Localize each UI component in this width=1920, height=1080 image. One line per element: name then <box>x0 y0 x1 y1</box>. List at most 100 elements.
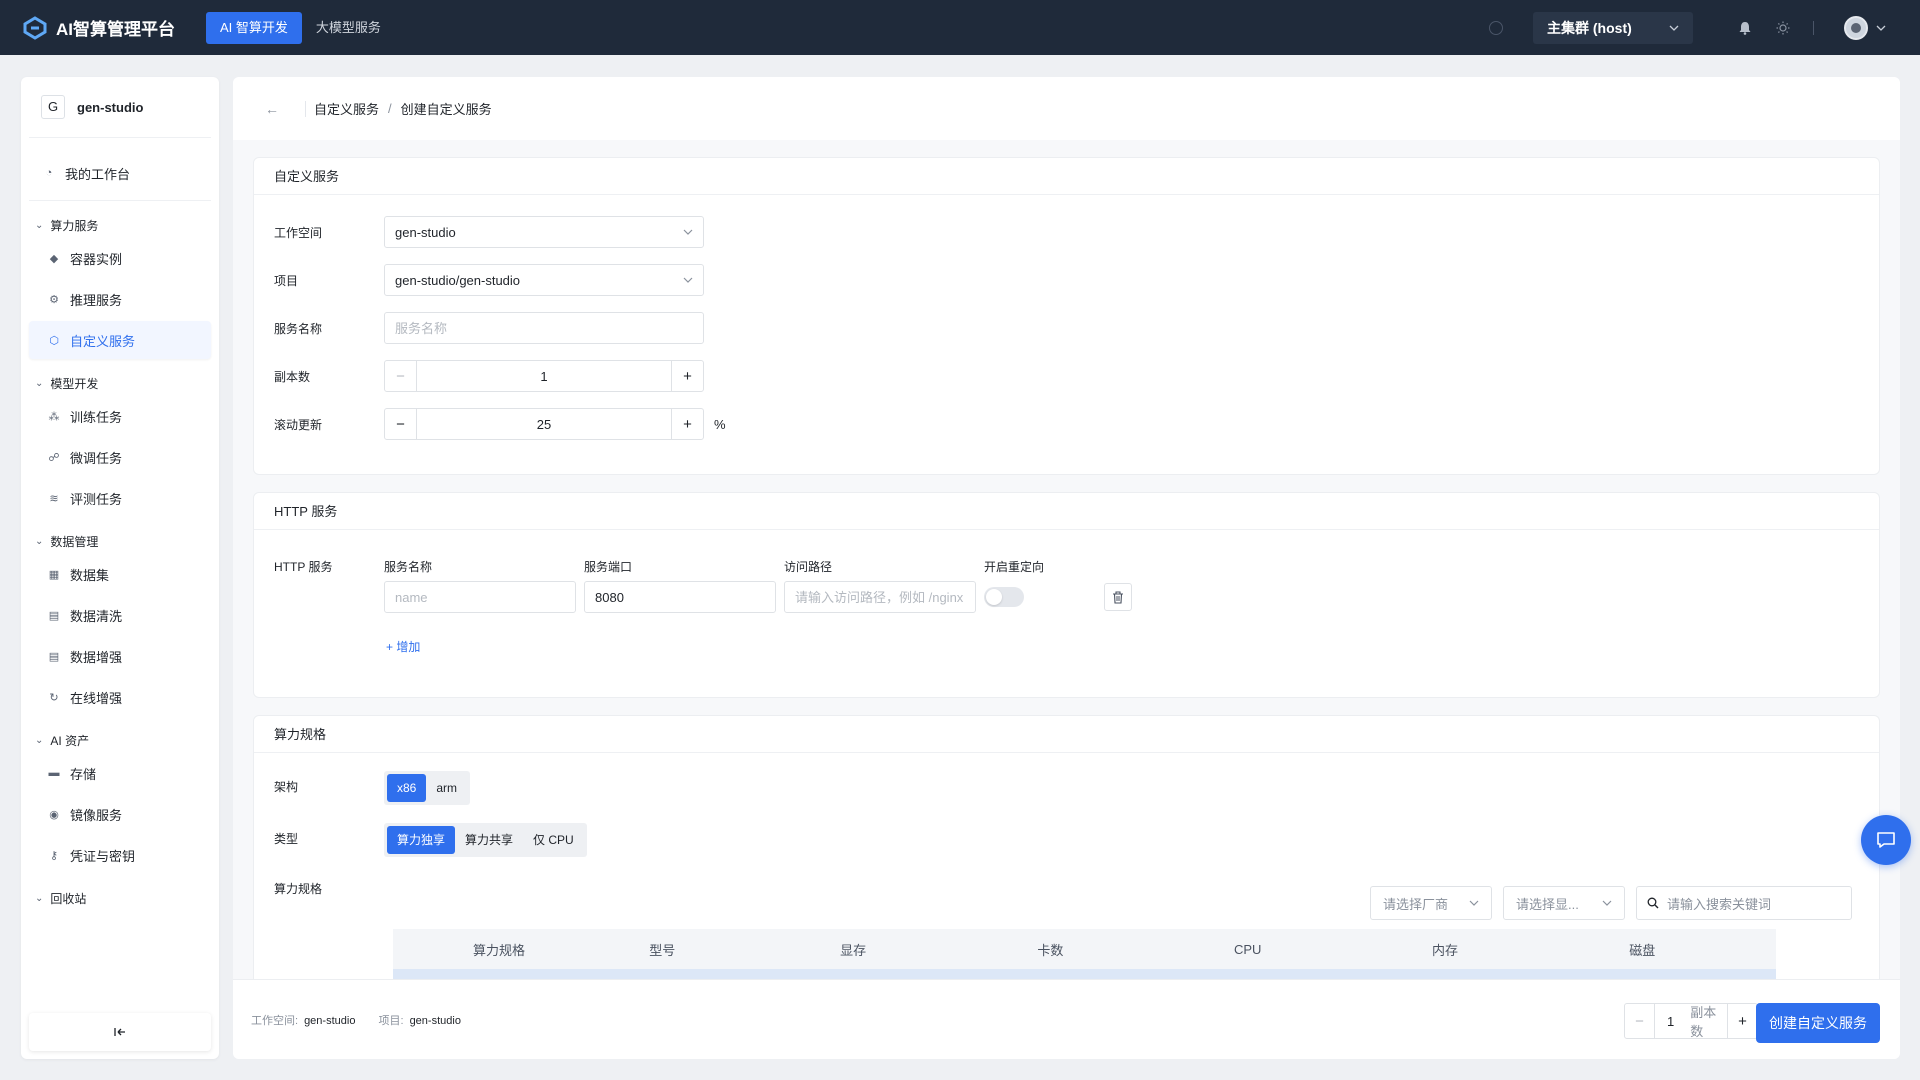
delete-row-button[interactable] <box>1104 583 1132 611</box>
storage-icon: ▬ <box>48 767 60 779</box>
sidebar-group-compute[interactable]: ⌄ 算力服务 <box>35 215 219 235</box>
sidebar-item-label: 数据增强 <box>70 649 123 665</box>
type-option-exclusive[interactable]: 算力独享 <box>387 826 456 854</box>
gpu-placeholder: 请选择显... <box>1516 896 1579 912</box>
col-spec: 算力规格 <box>473 942 526 958</box>
sidebar-item-label: 凭证与密钥 <box>70 848 136 864</box>
sidebar-item-image-service[interactable]: ◉ 镜像服务 <box>29 795 211 833</box>
sidebar-item-inference[interactable]: ⚙ 推理服务 <box>29 280 211 318</box>
search-icon[interactable] <box>1489 20 1503 35</box>
sidebar-item-data-augment[interactable]: ▤ 数据增强 <box>29 637 211 675</box>
increment-button[interactable]: + <box>671 409 703 439</box>
chat-button[interactable] <box>1861 815 1911 865</box>
nav-ai-dev[interactable]: AI 智算开发 <box>206 11 302 44</box>
project-select[interactable]: gen-studio/gen-studio <box>384 264 704 296</box>
gpu-select[interactable]: 请选择显... <box>1503 886 1625 920</box>
top-bar: AI智算管理平台 AI 智算开发 大模型服务 主集群 (host) <box>0 0 1920 55</box>
spec-search[interactable]: 请输入搜索关键词 <box>1636 886 1852 920</box>
col-memory: 显存 <box>840 942 867 958</box>
sidebar-group-recycle[interactable]: ⌄ 回收站 <box>35 888 219 908</box>
decrement-button[interactable]: − <box>385 409 417 439</box>
sidebar-item-label: 数据集 <box>70 567 110 583</box>
sidebar-item-label: 自定义服务 <box>70 333 136 349</box>
sidebar-group-data[interactable]: ⌄ 数据管理 <box>35 531 219 551</box>
search-icon <box>1647 897 1659 909</box>
card-title: HTTP 服务 <box>254 493 1879 530</box>
sidebar-item-training[interactable]: ⁂ 训练任务 <box>29 397 211 435</box>
search-placeholder: 请输入搜索关键词 <box>1667 896 1772 912</box>
group-label: 数据管理 <box>50 534 99 549</box>
sidebar-item-data-clean[interactable]: ▤ 数据清洗 <box>29 596 211 634</box>
user-menu[interactable] <box>1844 15 1886 40</box>
sidebar-item-custom-service[interactable]: ⬡ 自定义服务 <box>29 321 211 359</box>
sidebar-item-evaluation[interactable]: ≋ 评测任务 <box>29 479 211 517</box>
theme-sun-icon[interactable] <box>1775 20 1791 36</box>
arch-option-arm[interactable]: arm <box>426 774 467 802</box>
decrement-button[interactable]: − <box>385 361 417 391</box>
chevron-down-icon <box>1469 900 1479 906</box>
nav-llm-service[interactable]: 大模型服务 <box>302 12 395 44</box>
footer-replicas-value[interactable]: 1 副本数 <box>1655 1002 1727 1040</box>
sidebar-group-model-dev[interactable]: ⌄ 模型开发 <box>35 373 219 393</box>
layers-icon: ≋ <box>49 492 59 505</box>
sidebar-item-my-workbench[interactable]: ◔ 我的工作台 <box>29 154 211 192</box>
grid-icon: ▦ <box>48 568 60 581</box>
hierarchy-icon: ⁂ <box>48 410 60 423</box>
chevron-down-icon: ⌄ <box>35 892 44 904</box>
redirect-toggle[interactable] <box>984 587 1024 607</box>
project-label: 项目 <box>274 273 299 288</box>
brand[interactable]: AI智算管理平台 <box>22 15 206 41</box>
type-option-shared[interactable]: 算力共享 <box>455 826 523 854</box>
increment-button[interactable]: + <box>1727 1004 1757 1038</box>
footer-workspace: 工作空间: gen-studio 项目: gen-studio <box>251 1012 481 1028</box>
workspace-label: 工作空间 <box>274 225 323 240</box>
compute-spec-card: 算力规格 架构 x86 arm 类型 算力独享 算力共享 仅 CPU 算力规格 … <box>253 715 1880 1015</box>
vendor-select[interactable]: 请选择厂商 <box>1370 886 1492 920</box>
sidebar-item-dataset[interactable]: ▦ 数据集 <box>29 555 211 593</box>
sidebar-item-finetune[interactable]: ☍ 微调任务 <box>29 438 211 476</box>
footer-replicas-stepper: − 1 副本数 + <box>1624 1003 1758 1039</box>
http-port-input[interactable] <box>584 581 776 613</box>
bell-icon[interactable] <box>1737 20 1753 36</box>
add-http-button[interactable]: + 增加 <box>386 638 420 655</box>
gear-icon: ⚙ <box>49 293 59 306</box>
sidebar-collapse-button[interactable] <box>29 1013 211 1051</box>
increment-button[interactable]: + <box>671 361 703 391</box>
http-path-input[interactable] <box>784 581 976 613</box>
col-ram: 内存 <box>1431 942 1458 958</box>
breadcrumb-parent[interactable]: 自定义服务 <box>314 99 379 118</box>
sidebar-item-storage[interactable]: ▬ 存储 <box>29 754 211 792</box>
footer-workspace-label: 工作空间: <box>251 1014 299 1027</box>
col-disk: 磁盘 <box>1629 942 1656 958</box>
action-footer: 工作空间: gen-studio 项目: gen-studio − 1 副本数 + … <box>233 979 1900 1059</box>
footer-project-value: gen-studio <box>409 1014 461 1027</box>
type-option-cpu-only[interactable]: 仅 CPU <box>523 826 584 854</box>
create-service-button[interactable]: 创建自定义服务 <box>1756 1003 1880 1043</box>
top-bar-right: 主集群 (host) <box>1489 0 1920 55</box>
service-name-input[interactable] <box>384 312 704 344</box>
chevron-down-icon: ⌄ <box>35 535 44 547</box>
decrement-button[interactable]: − <box>1625 1004 1655 1038</box>
chevron-down-icon <box>683 229 693 235</box>
rolling-update-value[interactable]: 25 <box>417 417 671 432</box>
workspace-value: gen-studio <box>395 224 456 240</box>
workspace-select[interactable]: gen-studio <box>384 216 704 248</box>
back-arrow-icon[interactable]: ← <box>265 101 279 117</box>
footer-workspace-value: gen-studio <box>304 1014 356 1027</box>
sidebar-group-ai-assets[interactable]: ⌄ AI 资产 <box>35 730 219 750</box>
sidebar-item-online-augment[interactable]: ↻ 在线增强 <box>29 678 211 716</box>
workspace-badge: G <box>41 95 65 119</box>
chevron-down-icon <box>1602 900 1612 906</box>
replicas-value[interactable]: 1 <box>417 369 671 384</box>
vendor-placeholder: 请选择厂商 <box>1383 896 1449 912</box>
app-title: AI智算管理平台 <box>56 20 175 39</box>
workspace-switcher[interactable]: G gen-studio <box>29 77 211 138</box>
cluster-select[interactable]: 主集群 (host) <box>1533 11 1693 44</box>
group-label: 模型开发 <box>50 376 99 391</box>
sidebar-item-credentials[interactable]: ⚷ 凭证与密钥 <box>29 836 211 874</box>
http-name-input[interactable] <box>384 581 576 613</box>
sidebar-item-container[interactable]: ◆ 容器实例 <box>29 239 211 277</box>
footer-replicas-unit: 副本数 <box>1690 1005 1717 1039</box>
hexagon-icon: ⬡ <box>49 334 59 347</box>
arch-option-x86[interactable]: x86 <box>387 774 427 802</box>
